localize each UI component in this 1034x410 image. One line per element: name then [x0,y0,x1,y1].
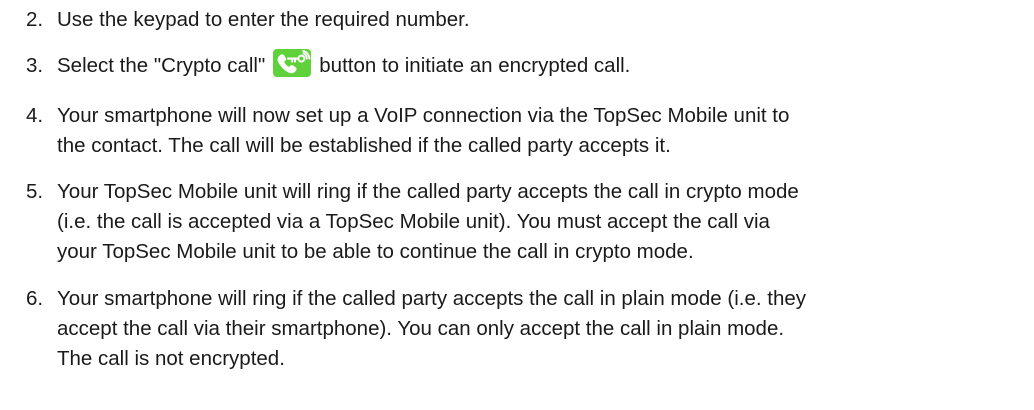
step-number: 4. [26,104,44,127]
step-text-after-icon: button to initiate an encrypted call. [319,54,631,77]
step-text: Use the keypad to enter the required num… [57,5,1026,35]
step-text: Select the "Crypto call" button to initi… [57,48,1026,81]
step-line: Your smartphone will ring if the called … [57,287,807,310]
step-6: 6. Your smartphone will ring if the call… [26,284,1026,374]
document-page: 2. Use the keypad to enter the required … [0,0,1034,410]
step-line: Your TopSec Mobile unit will ring if the… [57,180,799,203]
step-number: 6. [26,287,44,310]
step-line: Use the keypad to enter the required num… [57,8,470,31]
step-line: Your smartphone will now set up a VoIP c… [57,104,790,127]
crypto-call-icon [273,48,312,77]
step-text-before-icon: Select the "Crypto call" [57,54,266,77]
step-line: accept the call via their smartphone). Y… [57,317,785,340]
step-line: (i.e. the call is accepted via a TopSec … [57,210,770,233]
step-line: your TopSec Mobile unit to be able to co… [57,240,694,263]
step-line: Select the "Crypto call" button to initi… [57,48,1026,81]
step-text: Your smartphone will now set up a VoIP c… [57,101,1026,161]
step-line: The call is not encrypted. [57,347,285,370]
step-2: 2. Use the keypad to enter the required … [26,5,1026,35]
step-line: the contact. The call will be establishe… [57,134,671,157]
step-number: 5. [26,180,44,203]
step-text: Your smartphone will ring if the called … [57,284,1026,374]
step-5: 5. Your TopSec Mobile unit will ring if … [26,177,1026,267]
step-number: 2. [26,8,44,31]
step-4: 4. Your smartphone will now set up a VoI… [26,101,1026,161]
step-text: Your TopSec Mobile unit will ring if the… [57,177,1026,267]
step-3: 3. Select the "Crypto call" button to in… [26,48,1026,81]
step-number: 3. [26,54,44,77]
